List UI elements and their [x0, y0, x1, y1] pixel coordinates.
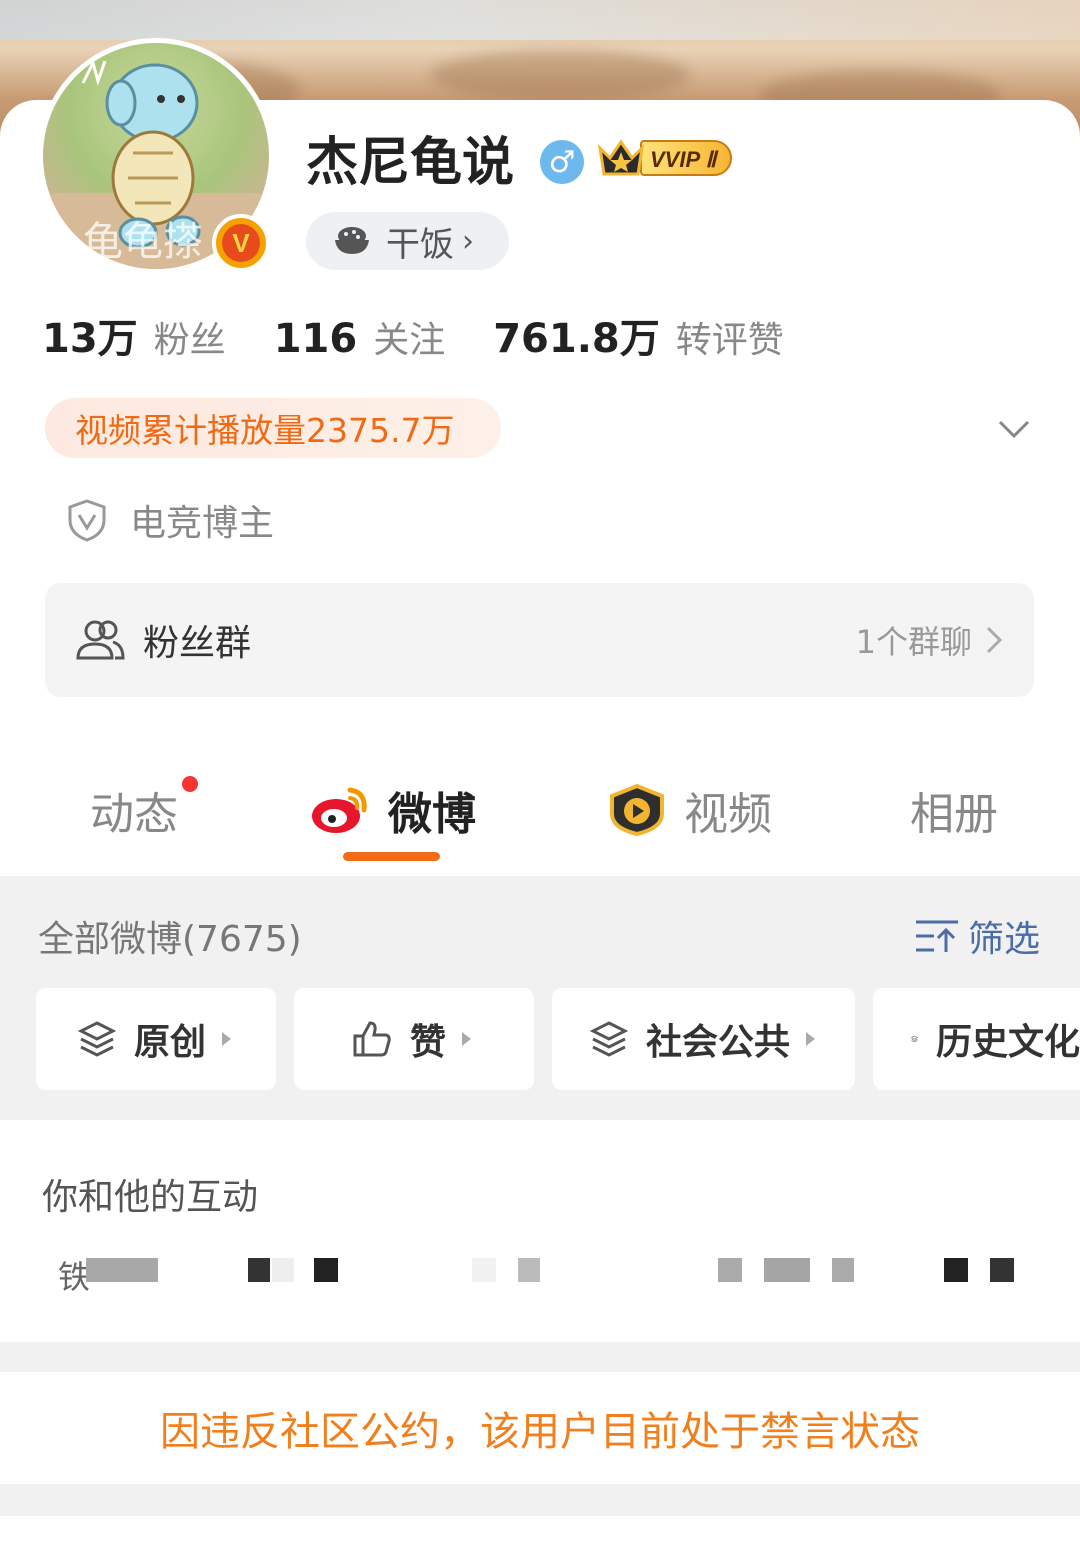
stat-engagement-label: 转评赞: [675, 320, 784, 361]
interest-tag[interactable]: 干饭 ›: [306, 212, 509, 270]
weibo-logo-icon: [312, 787, 367, 833]
redacted-block: [314, 1258, 338, 1282]
banner-sand-shape: [430, 50, 690, 100]
redacted-block: [86, 1258, 158, 1282]
profile-tabs: 动态 微博 视频 相册: [0, 770, 1080, 870]
tab-album[interactable]: 相册: [910, 770, 998, 850]
redacted-block: [764, 1258, 810, 1282]
layers-icon: [911, 1035, 918, 1043]
stat-following[interactable]: 116 关注: [274, 311, 446, 363]
chip-social[interactable]: 社会公共: [552, 988, 855, 1090]
layers-icon: [78, 1021, 116, 1057]
tab-dynamics-label: 动态: [90, 789, 178, 840]
avatar-watermark: 龟龟搽: [83, 219, 203, 265]
stat-fans-value: 13万: [42, 316, 138, 362]
interaction-title: 你和他的互动: [42, 1177, 259, 1218]
fans-group-count: 1个群聊: [855, 623, 972, 661]
redacted-block: [718, 1258, 742, 1282]
stat-fans-label: 粉丝: [153, 320, 226, 361]
redacted-block: [272, 1258, 294, 1282]
section-separator: [0, 1342, 1080, 1372]
section-separator: [0, 1484, 1080, 1516]
tab-weibo-label: 微博: [388, 789, 476, 840]
group-users-icon: [76, 620, 125, 660]
redacted-block: [990, 1258, 1014, 1282]
interaction-row-redacted: 铁: [58, 1248, 1038, 1294]
stats-row: 13万 粉丝 116 关注 761.8万 转评赞: [42, 306, 832, 364]
chip-social-label: 社会公共: [646, 1022, 791, 1063]
chip-likes-label: 赞: [410, 1022, 447, 1063]
chevron-right-icon: [986, 626, 1003, 654]
rice-bowl-icon: [332, 224, 372, 258]
tab-dynamics[interactable]: 动态: [90, 770, 198, 850]
video-plays-text: 视频累计播放量2375.7万: [75, 411, 455, 450]
chip-original-label: 原创: [134, 1022, 207, 1063]
role-row: 电竞博主: [66, 494, 274, 546]
caret-right-icon: [806, 1032, 816, 1046]
vvip-badge[interactable]: VVIP Ⅱ: [596, 136, 733, 180]
fans-group-right: 1个群聊: [856, 617, 1004, 663]
chevron-right-icon: ›: [462, 223, 474, 259]
tab-album-label: 相册: [910, 789, 998, 840]
caret-right-icon: [462, 1032, 472, 1046]
crown-icon: [596, 136, 646, 180]
video-shield-icon: [610, 784, 664, 836]
vvip-label: VVIP Ⅱ: [640, 140, 733, 176]
layers-icon: [590, 1021, 628, 1057]
redacted-block: [472, 1258, 496, 1282]
stat-fans[interactable]: 13万 粉丝: [42, 306, 226, 364]
filter-label: 筛选: [968, 919, 1041, 960]
stat-following-value: 116: [273, 316, 358, 362]
banned-notice: 因违反社区公约，该用户目前处于禁言状态: [160, 1409, 920, 1455]
video-plays-pill[interactable]: 视频累计播放量2375.7万: [45, 398, 501, 458]
tab-video-label: 视频: [684, 789, 772, 840]
active-tab-indicator: [343, 852, 440, 861]
shield-v-icon: [68, 499, 106, 542]
stat-following-label: 关注: [373, 320, 446, 361]
filter-sort-icon: [916, 920, 958, 952]
gender-male-icon: ♂: [540, 140, 584, 184]
chip-history[interactable]: 历史文化: [873, 988, 1080, 1090]
expand-chevron-down-icon[interactable]: [996, 410, 1032, 446]
chip-likes[interactable]: 赞: [294, 988, 534, 1090]
username: 杰尼龟说: [306, 133, 515, 193]
verified-badge-icon: V: [212, 214, 270, 272]
redacted-block: [518, 1258, 540, 1282]
thumbs-up-icon: [353, 1021, 391, 1057]
fans-group-row[interactable]: 粉丝群 1个群聊: [45, 583, 1034, 697]
notification-dot: [182, 776, 198, 792]
tab-weibo[interactable]: 微博: [310, 770, 476, 850]
redacted-block: [944, 1258, 968, 1282]
all-posts-count: 全部微博(7675): [38, 919, 302, 960]
tab-video[interactable]: 视频: [608, 770, 772, 850]
stat-engagement[interactable]: 761.8万 转评赞: [493, 306, 784, 364]
caret-right-icon: [222, 1032, 232, 1046]
stat-engagement-value: 761.8万: [493, 316, 660, 362]
interest-tag-label: 干饭: [386, 224, 454, 265]
filter-button[interactable]: 筛选: [914, 910, 1040, 962]
role-label: 电竞博主: [130, 503, 275, 544]
fans-group-label: 粉丝群: [143, 623, 252, 664]
banner-sky: [0, 0, 1080, 40]
chip-history-label: 历史文化: [935, 1022, 1080, 1063]
chip-original[interactable]: 原创: [36, 988, 276, 1090]
redacted-block: [248, 1258, 270, 1282]
redacted-block: [832, 1258, 854, 1282]
